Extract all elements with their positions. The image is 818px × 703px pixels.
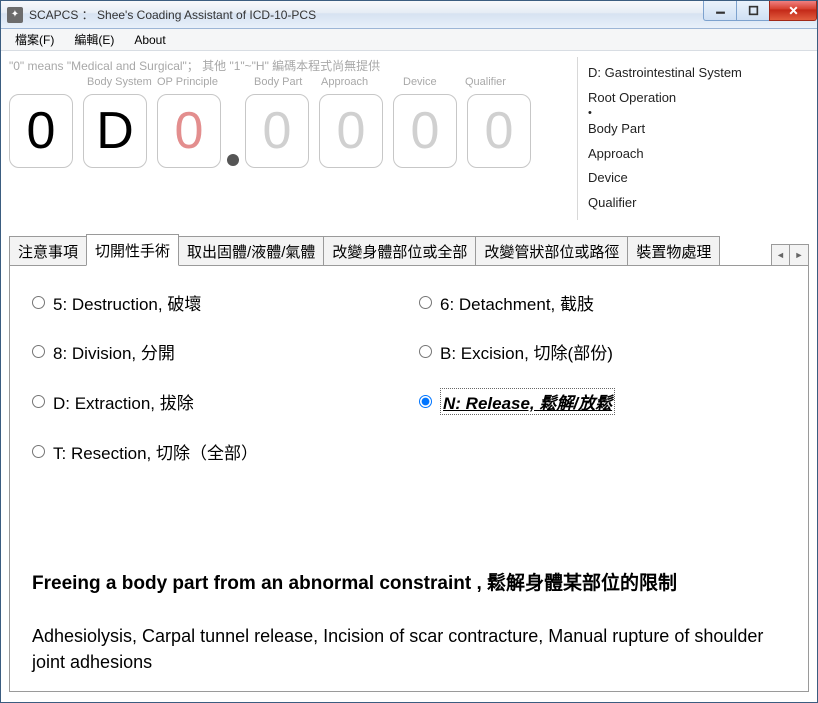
tab-incision[interactable]: 切開性手術 [86, 234, 179, 266]
info-root-op: Root Operation [588, 86, 803, 111]
info-body-part: Body Part [588, 117, 803, 142]
client-area: "0" means "Medical and Surgical"； 其他 "1"… [1, 51, 817, 702]
titlebar[interactable]: ✦ SCAPCS ： Shee's Coading Assistant of I… [1, 1, 817, 29]
app-icon: ✦ [7, 7, 23, 23]
tab-device[interactable]: 裝置物處理 [627, 236, 720, 266]
radio-8[interactable] [32, 345, 45, 358]
radio-T[interactable] [32, 445, 45, 458]
option-D[interactable]: D: Extraction, 拔除 [32, 388, 399, 415]
label-5: 5: Destruction, 破壞 [53, 290, 201, 315]
option-8[interactable]: 8: Division, 分開 [32, 339, 399, 364]
radio-N[interactable] [419, 395, 432, 408]
option-B[interactable]: B: Excision, 切除(部份) [419, 339, 786, 364]
tab-notes[interactable]: 注意事項 [9, 236, 87, 266]
hint-text: "0" means "Medical and Surgical"； 其他 "1"… [9, 57, 571, 74]
close-button[interactable] [769, 1, 817, 21]
info-dot: • [588, 110, 803, 117]
tabs: 注意事項 切開性手術 取出固體/液體/氣體 改變身體部位或全部 改變管狀部位或路… [9, 234, 809, 265]
description-block: Freeing a body part from an abnormal con… [32, 538, 786, 675]
window-controls [704, 1, 817, 21]
tab-scroll-left[interactable]: ◄ [772, 245, 790, 265]
option-N[interactable]: N: Release, 鬆解/放鬆 [419, 388, 786, 415]
option-5[interactable]: 5: Destruction, 破壞 [32, 290, 399, 315]
description-examples: Adhesiolysis, Carpal tunnel release, Inc… [32, 623, 786, 675]
window-title: SCAPCS ： Shee's Coading Assistant of ICD… [29, 6, 316, 23]
menubar: 檔案(F) 編輯(E) About [1, 29, 817, 51]
radio-6[interactable] [419, 296, 432, 309]
label-D: D: Extraction, 拔除 [53, 389, 194, 414]
tab-content: 5: Destruction, 破壞 6: Detachment, 截肢 8: … [9, 265, 809, 692]
info-device: Device [588, 166, 803, 191]
info-panel: D: Gastrointestinal System Root Operatio… [577, 57, 809, 220]
label-N: N: Release, 鬆解/放鬆 [440, 388, 615, 415]
label-B: B: Excision, 切除(部份) [440, 339, 613, 364]
label-qualifier: Qualifier [465, 76, 506, 88]
code-char-7[interactable]: 0 [467, 94, 531, 168]
label-body-part: Body Part [254, 76, 302, 88]
label-body-system: Body System [87, 76, 152, 88]
code-char-5[interactable]: 0 [319, 94, 383, 168]
menu-file[interactable]: 檔案(F) [5, 29, 64, 50]
tab-change-tubular[interactable]: 改變管狀部位或路徑 [475, 236, 628, 266]
maximize-button[interactable] [736, 1, 770, 21]
separator-dot-icon [227, 154, 239, 166]
info-qualifier: Qualifier [588, 191, 803, 216]
menu-about[interactable]: About [124, 31, 175, 49]
minimize-button[interactable] [703, 1, 737, 21]
code-char-1[interactable]: 0 [9, 94, 73, 168]
label-device: Device [403, 76, 437, 88]
column-labels: Body System OP Principle Body Part Appro… [9, 76, 571, 92]
tab-scroll: ◄ ► [771, 244, 809, 266]
code-char-6[interactable]: 0 [393, 94, 457, 168]
tab-change-body[interactable]: 改變身體部位或全部 [323, 236, 476, 266]
menu-edit[interactable]: 編輯(E) [64, 29, 124, 50]
code-boxes: 0 D 0 0 0 0 0 [9, 94, 571, 168]
top-row: "0" means "Medical and Surgical"； 其他 "1"… [9, 57, 809, 220]
code-char-3[interactable]: 0 [157, 94, 221, 168]
code-char-2[interactable]: D [83, 94, 147, 168]
code-char-4[interactable]: 0 [245, 94, 309, 168]
radio-D[interactable] [32, 395, 45, 408]
tab-removal[interactable]: 取出固體/液體/氣體 [178, 236, 324, 266]
tab-scroll-right[interactable]: ► [790, 245, 808, 265]
description-title: Freeing a body part from an abnormal con… [32, 568, 786, 595]
label-T: T: Resection, 切除（全部） [53, 439, 258, 464]
code-panel: "0" means "Medical and Surgical"； 其他 "1"… [9, 57, 571, 220]
label-8: 8: Division, 分開 [53, 339, 175, 364]
option-6[interactable]: 6: Detachment, 截肢 [419, 290, 786, 315]
operation-options: 5: Destruction, 破壞 6: Detachment, 截肢 8: … [32, 290, 786, 464]
label-6: 6: Detachment, 截肢 [440, 290, 594, 315]
label-op-principle: OP Principle [157, 76, 218, 88]
app-window: ✦ SCAPCS ： Shee's Coading Assistant of I… [0, 0, 818, 703]
option-T[interactable]: T: Resection, 切除（全部） [32, 439, 399, 464]
info-approach: Approach [588, 142, 803, 167]
radio-B[interactable] [419, 345, 432, 358]
info-body-system: D: Gastrointestinal System [588, 61, 803, 86]
label-approach: Approach [321, 76, 368, 88]
radio-5[interactable] [32, 296, 45, 309]
